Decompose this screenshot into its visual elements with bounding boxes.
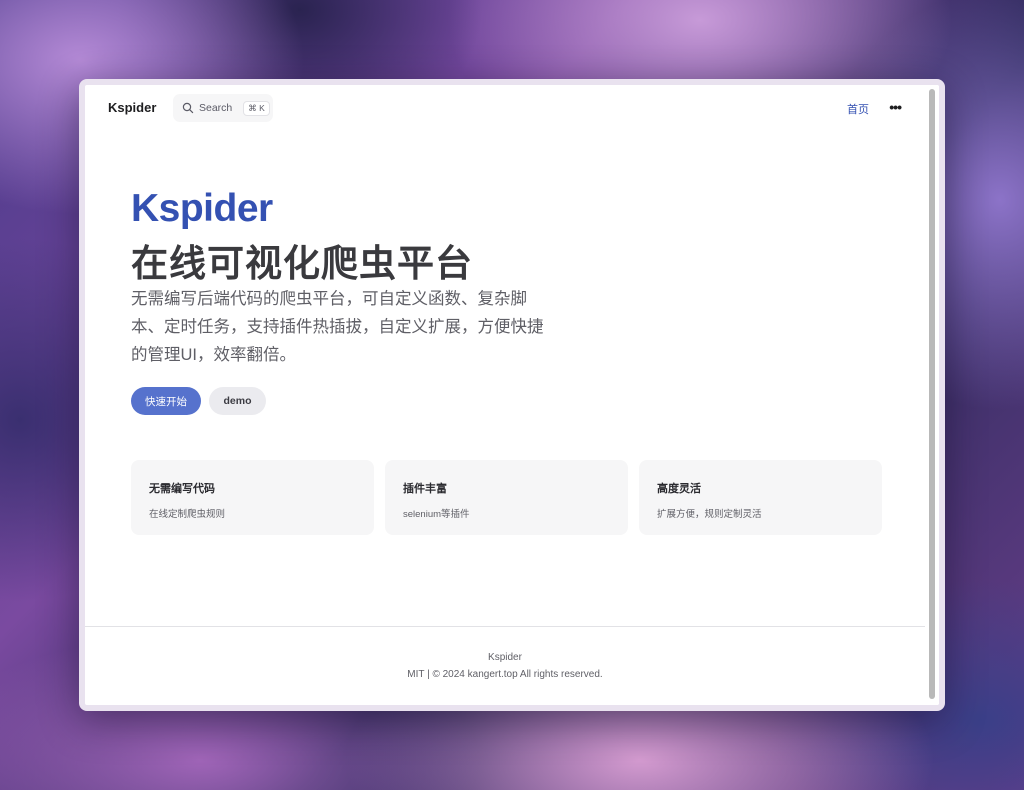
- search-button[interactable]: Search ⌘ K: [173, 94, 273, 122]
- feature-title: 高度灵活: [657, 483, 701, 495]
- more-icon[interactable]: •••: [889, 99, 902, 115]
- search-icon: [182, 102, 194, 114]
- hero-name: Kspider: [131, 187, 273, 230]
- feature-title: 无需编写代码: [149, 483, 215, 495]
- nav-link-home[interactable]: 首页: [847, 101, 869, 117]
- feature-card: 插件丰富 selenium等插件: [385, 460, 628, 535]
- search-shortcut: ⌘ K: [243, 100, 270, 116]
- features: 无需编写代码 在线定制爬虫规则 插件丰富 selenium等插件 高度灵活 扩展…: [131, 460, 882, 535]
- scrollbar[interactable]: [925, 85, 939, 705]
- feature-details: 扩展方便，规则定制灵活: [657, 509, 762, 520]
- hero-text: 在线可视化爬虫平台: [131, 243, 473, 284]
- page: Kspider Search ⌘ K 首页 ••• Kspider 在线可视化爬…: [85, 85, 939, 705]
- scrollbar-thumb[interactable]: [929, 89, 935, 699]
- footer-divider: [85, 626, 925, 627]
- hero-tagline: 无需编写后端代码的爬虫平台，可自定义函数、复杂脚本、定时任务，支持插件热插拔，自…: [131, 290, 544, 364]
- site-title[interactable]: Kspider: [108, 100, 156, 115]
- get-started-button[interactable]: 快速开始: [131, 387, 201, 415]
- demo-button[interactable]: demo: [209, 387, 266, 415]
- browser-window: Kspider Search ⌘ K 首页 ••• Kspider 在线可视化爬…: [79, 79, 945, 711]
- footer-copyright: MIT | © 2024 kangert.top All rights rese…: [407, 669, 603, 680]
- feature-card: 无需编写代码 在线定制爬虫规则: [131, 460, 374, 535]
- search-label: Search: [199, 102, 233, 114]
- feature-details: 在线定制爬虫规则: [149, 509, 226, 520]
- top-nav: Kspider Search ⌘ K 首页 •••: [85, 85, 925, 131]
- feature-details: selenium等插件: [403, 509, 470, 520]
- footer-name: Kspider: [488, 652, 522, 663]
- feature-card: 高度灵活 扩展方便，规则定制灵活: [639, 460, 882, 535]
- feature-title: 插件丰富: [403, 483, 447, 495]
